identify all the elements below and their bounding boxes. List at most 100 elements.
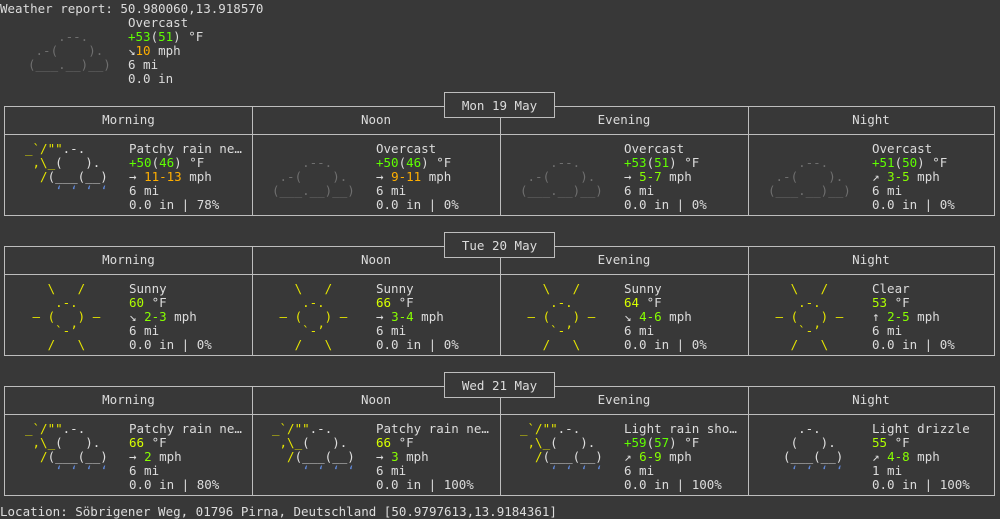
condition-line: Light drizzle bbox=[872, 422, 970, 436]
visibility-value: 6 mi bbox=[872, 323, 903, 338]
temp-value: +50 bbox=[129, 155, 152, 170]
overcast-icon: .--. .-( ). (___.__)__) bbox=[768, 155, 859, 198]
visibility-line: 6 mi bbox=[624, 324, 707, 338]
wind-direction-icon: ↗ bbox=[872, 169, 888, 184]
wind-direction-icon: → bbox=[376, 449, 392, 464]
temp-unit: °F bbox=[391, 295, 414, 310]
precipitation-line: 0.0 in | 0% bbox=[624, 198, 707, 212]
wind-direction-icon: → bbox=[376, 169, 392, 184]
condition-text: Sunny bbox=[624, 281, 662, 296]
wind-direction-icon: → bbox=[129, 169, 145, 184]
drizzle-icon: .-. ( ). (___(__) ‘ ‘ ‘ ‘ bbox=[768, 421, 866, 478]
visibility-value: 6 mi bbox=[129, 323, 160, 338]
condition-text: Patchy rain ne… bbox=[129, 421, 242, 436]
current-wind-unit: mph bbox=[150, 43, 181, 58]
wind-unit: mph bbox=[661, 309, 692, 324]
wind-direction-icon: ↗ bbox=[624, 449, 640, 464]
wind-value: 9-11 bbox=[391, 169, 422, 184]
feels-like-value: 46 bbox=[406, 155, 422, 170]
condition-text: Overcast bbox=[872, 141, 933, 156]
temperature-line: +50(46) °F bbox=[376, 155, 452, 170]
wind-value: 6-9 bbox=[639, 449, 662, 464]
current-temp-unit: °F bbox=[180, 29, 204, 44]
wind-line: ↗ 6-9 mph bbox=[624, 450, 737, 464]
visibility-value: 6 mi bbox=[376, 183, 407, 198]
visibility-line: 6 mi bbox=[624, 184, 707, 198]
feels-like-value: 46 bbox=[159, 155, 175, 170]
wind-line: ↗ 3-5 mph bbox=[872, 170, 955, 184]
visibility-value: 6 mi bbox=[376, 463, 407, 478]
wind-direction-icon: → bbox=[376, 309, 392, 324]
forecast-details: Sunny 64 °F ↘ 4-6 mph 6 mi 0.0 in | 0% bbox=[624, 282, 707, 352]
period-title: Morning bbox=[102, 252, 155, 267]
condition-line: Patchy rain ne… bbox=[129, 422, 242, 436]
forecast-details: Overcast +50(46) °F → 9-11 mph 6 mi 0.0 in |… bbox=[376, 142, 459, 212]
visibility-value: 6 mi bbox=[129, 183, 160, 198]
precipitation-line: 0.0 in | 100% bbox=[872, 478, 970, 492]
patchy-rain-icon: _`/"".-. ,\_( ). /(___(__) ‘ ‘ ‘ ‘ bbox=[25, 421, 123, 478]
current-temperature: +53(51) °F bbox=[128, 29, 204, 44]
temperature-line: 66 °F bbox=[129, 436, 242, 450]
temp-value: +59 bbox=[624, 435, 647, 450]
precipitation-value: 0.0 in | 0% bbox=[129, 337, 212, 352]
visibility-line: 6 mi bbox=[129, 184, 242, 198]
temperature-line: +59(57) °F bbox=[624, 435, 700, 450]
forecast-cell-night: Night .--. .-( ). (___.__)__) Overcast +5… bbox=[748, 107, 995, 215]
forecast-details: Light drizzle 55 °F ↗ 4-8 mph 1 mi 0.0 in | … bbox=[872, 422, 970, 492]
sunny-icon: \ / .-. ― ( ) ― `-’ / \ bbox=[520, 281, 611, 352]
precipitation-value: 0.0 in | 0% bbox=[872, 197, 955, 212]
visibility-line: 1 mi bbox=[872, 464, 970, 478]
wind-direction-icon: ↘ bbox=[129, 309, 145, 324]
forecast-details: Patchy rain ne… 66 °F → 2 mph 6 mi 0.0 in | … bbox=[129, 422, 242, 492]
patchy-rain-icon: _`/"".-. ,\_( ). /(___(__) ‘ ‘ ‘ ‘ bbox=[272, 421, 370, 478]
condition-text: Overcast bbox=[376, 141, 437, 156]
temp-unit: °F bbox=[887, 295, 910, 310]
visibility-value: 1 mi bbox=[872, 463, 903, 478]
visibility-line: 6 mi bbox=[376, 324, 459, 338]
temp-value: 64 bbox=[624, 295, 640, 310]
wind-line: ↘ 2-3 mph bbox=[129, 310, 212, 324]
temp-value: +50 bbox=[376, 155, 399, 170]
wind-unit: mph bbox=[909, 449, 940, 464]
temp-value: 66 bbox=[376, 295, 392, 310]
temperature-line: 66 °F bbox=[376, 296, 459, 310]
condition-line: Patchy rain ne… bbox=[129, 142, 242, 156]
wind-line: → 9-11 mph bbox=[376, 170, 459, 184]
temp-unit: °F bbox=[639, 295, 662, 310]
condition-text: Overcast bbox=[624, 141, 685, 156]
temperature-line: +50(46) °F bbox=[129, 155, 205, 170]
wind-line: ↗ 4-8 mph bbox=[872, 450, 970, 464]
wind-unit: mph bbox=[661, 169, 692, 184]
visibility-value: 6 mi bbox=[624, 463, 655, 478]
forecast-cell-evening: Evening \ / .-. ― ( ) ― `-’ / \ Sunny 64 … bbox=[500, 247, 749, 355]
visibility-line: 6 mi bbox=[129, 324, 212, 338]
wind-direction-icon: ↑ bbox=[872, 309, 888, 324]
wind-value: 2-5 bbox=[887, 309, 910, 324]
forecast-cell-night: Night \ / .-. ― ( ) ― `-’ / \ Clear 53 °F… bbox=[748, 247, 995, 355]
wind-value: 3 bbox=[391, 449, 399, 464]
wind-direction-icon: ↘ bbox=[624, 309, 640, 324]
period-title: Night bbox=[852, 252, 890, 267]
temp-value: 66 bbox=[376, 435, 392, 450]
temp-value: 55 bbox=[872, 435, 888, 450]
forecast-cell-morning: Morning _`/"".-. ,\_( ). /(___(__) ‘ ‘ ‘ … bbox=[5, 387, 253, 495]
precipitation-line: 0.0 in | 100% bbox=[376, 478, 489, 492]
patchy-rain-icon: _`/"".-. ,\_( ). /(___(__) ‘ ‘ ‘ ‘ bbox=[520, 421, 618, 478]
temp-value: 60 bbox=[129, 295, 145, 310]
visibility-line: 6 mi bbox=[624, 464, 737, 478]
precipitation-line: 0.0 in | 80% bbox=[129, 478, 242, 492]
temp-unit: °F bbox=[144, 435, 167, 450]
precipitation-line: 0.0 in | 0% bbox=[376, 338, 459, 352]
temperature-line: 53 °F bbox=[872, 296, 955, 310]
feels-like-value: 51 bbox=[654, 155, 670, 170]
period-title: Morning bbox=[102, 392, 155, 407]
forecast-details: Patchy rain ne… 66 °F → 3 mph 6 mi 0.0 in | … bbox=[376, 422, 489, 492]
condition-text: Clear bbox=[872, 281, 910, 296]
precipitation-line: 0.0 in | 0% bbox=[129, 338, 212, 352]
temp-unit: °F bbox=[391, 435, 414, 450]
precipitation-line: 0.0 in | 0% bbox=[624, 338, 707, 352]
wind-unit: mph bbox=[661, 449, 692, 464]
report-title: Weather report: 50.980060,13.918570 bbox=[0, 1, 264, 16]
precipitation-line: 0.0 in | 0% bbox=[872, 198, 955, 212]
precipitation-line: 0.0 in | 0% bbox=[376, 198, 459, 212]
